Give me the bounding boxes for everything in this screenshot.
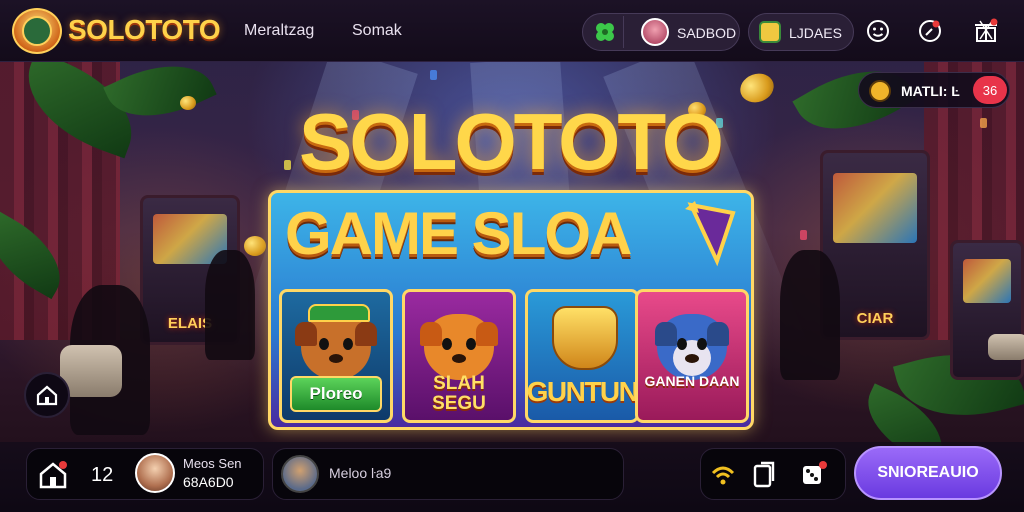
gold-coin <box>736 69 778 107</box>
game-card-0[interactable]: Ploreo <box>279 289 393 423</box>
wifi-icon[interactable] <box>709 461 737 489</box>
smile-icon[interactable] <box>862 15 894 47</box>
profile-name: SADBOD <box>677 25 737 41</box>
card-label: SLAH SEGU <box>432 373 486 414</box>
gift-icon[interactable] <box>970 15 1002 47</box>
coin-icon <box>869 80 891 102</box>
game-card-1[interactable]: SLAH SEGU <box>402 289 516 423</box>
cta-button[interactable]: SNIOREAUIO <box>854 446 1002 500</box>
promo-label: MATLI: Ŀ <box>901 83 960 99</box>
top-bar: SOLOTOTO Meraltzag Somak SADBOD LJDAES <box>0 0 1024 62</box>
confetti <box>980 118 987 128</box>
nav-item-1[interactable]: Somak <box>352 22 402 40</box>
fox-character <box>420 314 498 380</box>
profile-pill[interactable]: SADBOD <box>582 13 740 51</box>
home-icon[interactable] <box>37 459 69 491</box>
bear-character <box>295 314 377 380</box>
confetti <box>430 70 437 80</box>
home-icon <box>36 385 58 406</box>
game-card-2[interactable]: MENGUNTUNGAN <box>525 289 639 423</box>
game-card-3[interactable]: GANEN DAAN <box>635 289 749 423</box>
card-label: MENGUNTUNGAN <box>526 376 638 407</box>
panel-title: GAME SLOA <box>285 200 632 267</box>
card-icon[interactable] <box>751 461 777 489</box>
home-button[interactable] <box>24 372 70 418</box>
play-button[interactable]: Ploreo <box>290 376 382 412</box>
clover-icon[interactable] <box>593 20 617 44</box>
player-silhouette <box>205 250 255 360</box>
player-silhouette <box>780 250 840 380</box>
game-panel: GAME SLOA Ploreo SLAH SEGU MENGUNTUNGAN <box>268 190 754 430</box>
card-label: GANEN DAAN <box>644 373 740 389</box>
promo-count: 36 <box>973 76 1007 104</box>
chip-stack <box>988 334 1024 360</box>
wallet-pill[interactable]: LJDAES <box>748 13 854 51</box>
gold-coin <box>180 96 196 110</box>
golden-mask <box>552 306 618 370</box>
wallet-label: LJDAES <box>789 25 842 41</box>
hero-title: SOLOTOTO <box>299 97 724 186</box>
count-badge: 12 <box>91 464 114 486</box>
avatar <box>281 455 319 493</box>
user-box[interactable]: 12 Meos Sen 68A6D0 <box>26 448 264 500</box>
quick-actions <box>700 448 846 500</box>
confetti <box>800 230 807 240</box>
brand-name[interactable]: SOLOTOTO <box>68 14 221 46</box>
avatar[interactable] <box>641 18 669 46</box>
compass-icon[interactable] <box>914 15 946 47</box>
dice-icon[interactable] <box>799 459 829 489</box>
wolf-character <box>655 314 729 380</box>
wallet-icon <box>759 21 781 43</box>
chat-box[interactable]: Meloo ŀa9 <box>272 448 624 500</box>
nav-item-0[interactable]: Meraltzag <box>244 22 314 40</box>
gold-coin <box>244 236 266 256</box>
pennant-icon <box>683 199 739 269</box>
match-pill[interactable]: MATLI: Ŀ 36 <box>858 72 1010 108</box>
avatar[interactable] <box>135 453 175 493</box>
brand-logo[interactable] <box>12 8 62 54</box>
chat-text: Meloo ŀa9 <box>329 465 392 481</box>
user-name: Meos Sen <box>183 456 242 471</box>
user-id: 68A6D0 <box>183 474 234 490</box>
